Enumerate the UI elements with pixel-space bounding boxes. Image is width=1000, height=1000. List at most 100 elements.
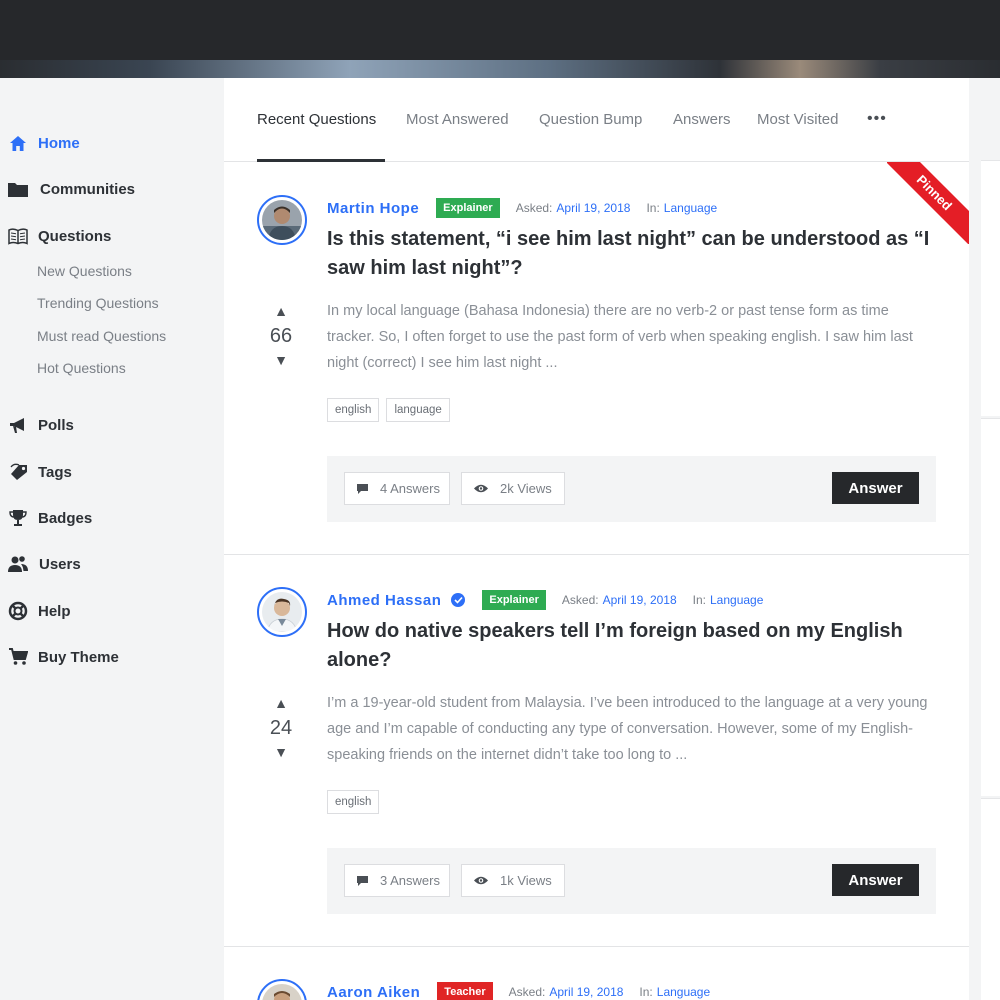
avatar[interactable] bbox=[257, 979, 307, 1000]
book-icon bbox=[7, 226, 29, 246]
category-label: In: bbox=[639, 985, 653, 999]
tag-icon bbox=[7, 462, 29, 482]
answers-count-button[interactable]: 4 Answers bbox=[344, 472, 450, 505]
vote-widget: ▲ 66 ▼ bbox=[257, 303, 305, 368]
question-footer: 4 Answers 2k Views Answer bbox=[327, 456, 936, 522]
verified-icon bbox=[451, 593, 466, 607]
widget-card bbox=[981, 160, 1000, 416]
downvote-icon[interactable]: ▼ bbox=[257, 352, 305, 368]
sidebar-subitem-new-questions[interactable]: New Questions bbox=[37, 263, 132, 279]
asked-label: Asked: bbox=[508, 985, 546, 999]
sidebar-item-label: Questions bbox=[38, 227, 112, 245]
right-sidebar-edge bbox=[969, 78, 1000, 1000]
category-link[interactable]: Language bbox=[664, 201, 717, 215]
sidebar-item-users[interactable]: Users bbox=[0, 551, 81, 577]
tag-list: english bbox=[327, 790, 386, 814]
tab-question-bump[interactable]: Question Bump bbox=[539, 111, 642, 128]
question-title[interactable]: Is this statement, “i see him last night… bbox=[327, 225, 937, 283]
tag-list: english language bbox=[327, 398, 457, 422]
question-meta: Aaron Aiken Teacher Asked: April 19, 201… bbox=[327, 982, 710, 1000]
sidebar-item-label: Polls bbox=[38, 416, 74, 434]
comment-icon bbox=[356, 483, 369, 495]
main-content: Recent Questions Most Answered Question … bbox=[224, 78, 969, 1000]
sidebar-item-buy-theme[interactable]: Buy Theme bbox=[0, 644, 119, 670]
question-meta: Ahmed Hassan Explainer Asked: April 19, … bbox=[327, 590, 763, 610]
megaphone-icon bbox=[7, 415, 29, 435]
upvote-icon[interactable]: ▲ bbox=[257, 695, 305, 711]
tab-most-answered[interactable]: Most Answered bbox=[406, 111, 509, 128]
sidebar-item-polls[interactable]: Polls bbox=[0, 412, 74, 438]
asked-date[interactable]: April 19, 2018 bbox=[549, 985, 623, 999]
cart-icon bbox=[7, 647, 29, 667]
sidebar-item-badges[interactable]: Badges bbox=[0, 505, 92, 531]
sidebar-item-label: Badges bbox=[38, 509, 93, 527]
downvote-icon[interactable]: ▼ bbox=[257, 744, 305, 760]
sidebar-item-home[interactable]: Home bbox=[0, 130, 80, 156]
views-count-button[interactable]: 1k Views bbox=[461, 864, 565, 897]
sidebar-item-tags[interactable]: Tags bbox=[0, 459, 72, 485]
trophy-icon bbox=[7, 508, 29, 528]
comment-icon bbox=[356, 875, 369, 887]
views-count-button[interactable]: 2k Views bbox=[461, 472, 565, 505]
sidebar-subitem-hot-questions[interactable]: Hot Questions bbox=[37, 360, 126, 376]
sidebar-item-questions[interactable]: Questions bbox=[0, 223, 111, 249]
question-tabs: Recent Questions Most Answered Question … bbox=[224, 78, 969, 162]
home-icon bbox=[7, 133, 29, 153]
tag-english[interactable]: english bbox=[327, 398, 380, 422]
widget-card bbox=[981, 418, 1000, 796]
more-tabs-button[interactable]: ••• bbox=[867, 110, 887, 128]
category-label: In: bbox=[692, 593, 706, 607]
question-excerpt: In my local language (Bahasa Indonesia) … bbox=[327, 303, 913, 371]
category-label: In: bbox=[646, 201, 660, 215]
sidebar-item-communities[interactable]: Communities bbox=[0, 176, 135, 202]
author-name[interactable]: Martin Hope bbox=[327, 200, 419, 217]
vote-count: 24 bbox=[269, 717, 293, 739]
tab-answers[interactable]: Answers bbox=[673, 111, 731, 128]
sidebar-subitem-must-read-questions[interactable]: Must read Questions bbox=[37, 328, 166, 344]
category-link[interactable]: Language bbox=[710, 593, 763, 607]
user-badge: Explainer bbox=[436, 198, 500, 218]
question-excerpt: I’m a 19-year-old student from Malaysia.… bbox=[327, 695, 928, 763]
vote-widget: ▲ 24 ▼ bbox=[257, 695, 305, 760]
banner-image-strip bbox=[0, 60, 1000, 78]
asked-label: Asked: bbox=[561, 593, 599, 607]
answers-count-button[interactable]: 3 Answers bbox=[344, 864, 450, 897]
widget-card bbox=[981, 798, 1000, 1000]
sidebar-item-label: Tags bbox=[38, 463, 72, 481]
author-name[interactable]: Ahmed Hassan bbox=[327, 592, 441, 609]
question-meta: Martin Hope Explainer Asked: April 19, 2… bbox=[327, 198, 717, 218]
eye-icon bbox=[473, 483, 489, 494]
avatar[interactable] bbox=[257, 587, 307, 637]
user-badge: Explainer bbox=[482, 590, 546, 610]
asked-date[interactable]: April 19, 2018 bbox=[556, 201, 630, 215]
sidebar-item-label: Communities bbox=[40, 180, 136, 198]
sidebar-item-help[interactable]: Help bbox=[0, 598, 71, 624]
eye-icon bbox=[473, 875, 489, 886]
folder-icon bbox=[7, 179, 29, 199]
question-title[interactable]: How do native speakers tell I’m foreign … bbox=[327, 617, 937, 675]
avatar[interactable] bbox=[257, 195, 307, 245]
upvote-icon[interactable]: ▲ bbox=[257, 303, 305, 319]
tag-language[interactable]: language bbox=[386, 398, 450, 422]
asked-label: Asked: bbox=[515, 201, 553, 215]
answer-button[interactable]: Answer bbox=[832, 864, 919, 896]
sidebar-subitem-trending-questions[interactable]: Trending Questions bbox=[37, 295, 159, 311]
sidebar-item-label: Help bbox=[38, 602, 71, 620]
tab-recent-questions[interactable]: Recent Questions bbox=[257, 111, 376, 128]
answer-button[interactable]: Answer bbox=[832, 472, 919, 504]
user-badge: Teacher bbox=[437, 982, 493, 1000]
sidebar-item-label: Home bbox=[38, 134, 80, 152]
top-header-bar bbox=[0, 0, 1000, 60]
tab-most-visited[interactable]: Most Visited bbox=[757, 111, 838, 128]
category-link[interactable]: Language bbox=[657, 985, 710, 999]
author-name[interactable]: Aaron Aiken bbox=[327, 984, 420, 1000]
vote-count: 66 bbox=[269, 325, 293, 347]
asked-date[interactable]: April 19, 2018 bbox=[603, 593, 677, 607]
tag-english[interactable]: english bbox=[327, 790, 380, 814]
lifebuoy-icon bbox=[7, 601, 29, 621]
question-card: Aaron Aiken Teacher Asked: April 19, 201… bbox=[224, 947, 969, 1000]
left-sidebar: Home Communities Questions New Questions… bbox=[0, 78, 224, 1000]
question-footer: 3 Answers 1k Views Answer bbox=[327, 848, 936, 914]
question-card: Ahmed Hassan Explainer Asked: April 19, … bbox=[224, 555, 969, 947]
question-card: Pinned Martin Hope Explainer Asked: Apri… bbox=[224, 162, 969, 555]
